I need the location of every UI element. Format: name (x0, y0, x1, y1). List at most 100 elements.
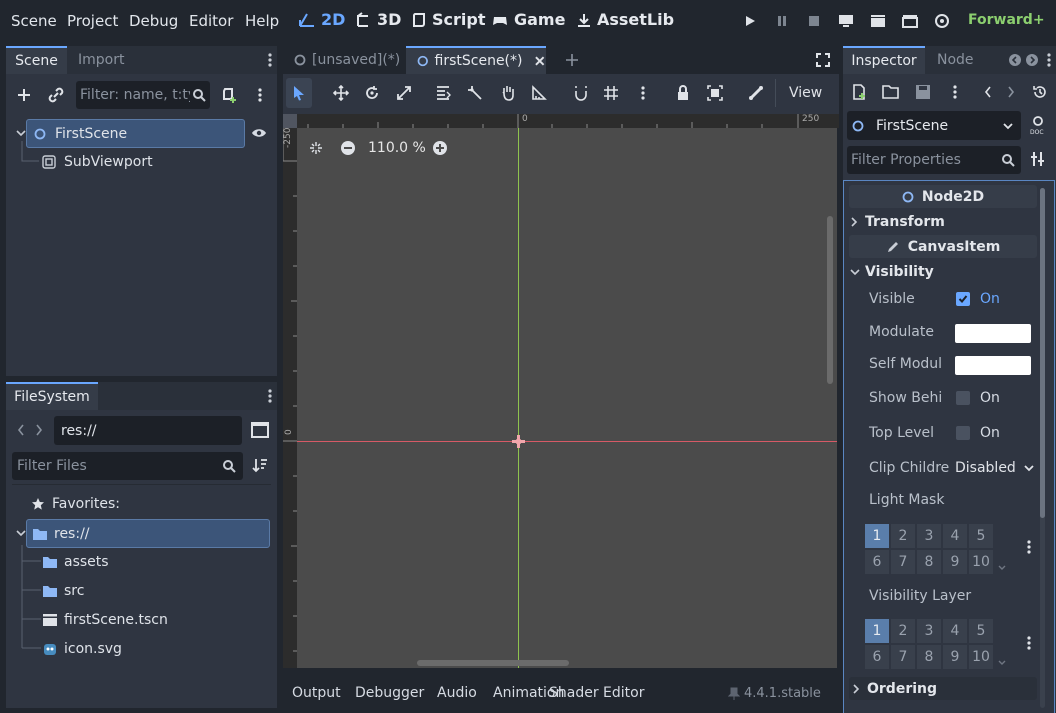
more-icon[interactable] (1027, 540, 1031, 554)
layer-toggle[interactable]: 8 (917, 550, 941, 574)
self-modulate-color-swatch[interactable] (955, 356, 1031, 375)
grid-snap-icon[interactable] (603, 85, 619, 101)
layer-toggle[interactable]: 9 (943, 645, 967, 669)
ruler-tool-icon[interactable] (531, 85, 547, 101)
workspace-3d[interactable]: 3D (354, 10, 401, 29)
layer-toggle[interactable]: 8 (917, 645, 941, 669)
modulate-color-swatch[interactable] (955, 324, 1031, 343)
more-icon[interactable] (641, 86, 645, 100)
close-icon[interactable] (534, 55, 546, 67)
rotate-tool-icon[interactable] (364, 85, 380, 101)
zoom-in-icon[interactable] (432, 140, 448, 156)
filter-files-input[interactable]: Filter Files (12, 452, 243, 480)
layer-toggle[interactable]: 5 (969, 619, 993, 643)
tab-node[interactable]: Node (937, 52, 974, 68)
layer-toggle[interactable]: 6 (865, 550, 889, 574)
view-menu[interactable]: View (789, 85, 822, 101)
section-visibility[interactable]: Visibility (849, 261, 1037, 283)
dock-menu-icon[interactable] (1047, 53, 1051, 67)
path-field[interactable]: res:// (54, 416, 242, 445)
snap-icon[interactable] (573, 85, 589, 101)
open-folder-icon[interactable] (882, 84, 900, 100)
remote-debug-button[interactable] (835, 10, 857, 32)
layer-toggle[interactable]: 3 (917, 524, 941, 548)
tab-import[interactable]: Import (78, 52, 124, 68)
movie-maker-button[interactable] (931, 10, 953, 32)
new-resource-icon[interactable] (851, 84, 867, 100)
layer-toggle[interactable]: 6 (865, 645, 889, 669)
canvas-viewport[interactable]: 110.0 % (297, 128, 837, 668)
tree-row-res[interactable]: res:// (26, 519, 270, 548)
history-forward-icon[interactable] (1006, 85, 1016, 99)
layer-toggle[interactable]: 5 (969, 524, 993, 548)
object-selector[interactable]: FirstScene (847, 111, 1021, 140)
pause-button[interactable] (771, 10, 793, 32)
layer-toggle[interactable]: 2 (891, 524, 915, 548)
show-behind-checkbox[interactable]: On (956, 390, 1000, 406)
fullscreen-icon[interactable] (816, 53, 830, 67)
workspace-script[interactable]: Script (411, 10, 485, 29)
pan-hand-icon[interactable] (500, 84, 516, 102)
tree-row-subviewport[interactable]: SubViewport (42, 150, 153, 174)
sort-icon[interactable] (252, 457, 268, 473)
tab-filesystem[interactable]: FileSystem (6, 382, 98, 410)
new-tab-plus-icon[interactable] (565, 53, 579, 67)
tree-row-src[interactable]: src (42, 581, 84, 601)
section-transform[interactable]: Transform (849, 211, 1037, 233)
history-icon[interactable] (1032, 84, 1048, 100)
tab-unsaved[interactable]: [unsaved](*) (283, 46, 404, 74)
layer-toggle[interactable]: 1 (865, 524, 889, 548)
stop-button[interactable] (803, 10, 825, 32)
doc-icon[interactable]: DOC (1029, 115, 1047, 135)
history-back-icon[interactable] (983, 85, 993, 99)
run-specific-scene-button[interactable] (899, 10, 921, 32)
menu-project[interactable]: Project (67, 12, 118, 30)
renderer-selector[interactable]: Forward+ (968, 12, 1045, 28)
scale-tool-icon[interactable] (396, 85, 412, 101)
inspector-scrollbar-thumb[interactable] (1040, 188, 1045, 518)
layer-toggle[interactable]: 4 (943, 524, 967, 548)
tab-shader-editor[interactable]: Shader Editor (549, 685, 644, 701)
center-view-icon[interactable] (309, 141, 323, 155)
layer-toggle[interactable]: 3 (917, 619, 941, 643)
top-level-checkbox[interactable]: On (956, 425, 1000, 441)
zoom-out-icon[interactable] (340, 140, 356, 156)
tab-output[interactable]: Output (292, 685, 341, 701)
layer-toggle[interactable]: 4 (943, 619, 967, 643)
bone-icon[interactable] (748, 85, 764, 101)
workspace-game[interactable]: Game (491, 10, 565, 29)
chevron-down-icon[interactable] (997, 564, 1007, 572)
visible-checkbox[interactable]: On (956, 291, 1000, 307)
clip-children-select[interactable]: Disabled (955, 456, 1035, 480)
more-icon[interactable] (1027, 636, 1031, 650)
menu-editor[interactable]: Editor (189, 12, 233, 30)
zoom-level[interactable]: 110.0 % (368, 140, 426, 156)
scene-more-icon[interactable] (254, 86, 266, 104)
menu-scene[interactable]: Scene (11, 12, 57, 30)
favorites-row[interactable]: Favorites: (31, 494, 120, 514)
add-node-button[interactable] (15, 86, 33, 104)
layer-toggle[interactable]: 7 (891, 645, 915, 669)
lock-icon[interactable] (676, 85, 690, 101)
more-icon[interactable] (953, 85, 957, 99)
tab-debugger[interactable]: Debugger (355, 685, 424, 701)
layer-toggle[interactable]: 10 (969, 645, 993, 669)
tab-next-icon[interactable] (1026, 54, 1038, 66)
play-button[interactable] (739, 10, 761, 32)
tab-prev-icon[interactable] (1009, 54, 1021, 66)
tools-icon[interactable] (1030, 151, 1046, 167)
tree-row-firstscene-tscn[interactable]: firstScene.tscn (42, 610, 168, 630)
select-tool-button[interactable] (286, 78, 312, 108)
chevron-right-icon[interactable] (34, 423, 44, 437)
visibility-eye-icon[interactable] (251, 127, 267, 139)
tab-inspector[interactable]: Inspector (843, 46, 925, 74)
layer-toggle[interactable]: 7 (891, 550, 915, 574)
tab-audio[interactable]: Audio (437, 685, 477, 701)
list-select-icon[interactable] (435, 85, 451, 101)
attach-script-button[interactable] (220, 86, 238, 104)
horizontal-scrollbar[interactable] (417, 660, 569, 666)
move-tool-icon[interactable] (333, 85, 349, 101)
split-view-icon[interactable] (251, 422, 269, 438)
dock-menu-icon[interactable] (264, 52, 276, 68)
menu-help[interactable]: Help (245, 12, 279, 30)
